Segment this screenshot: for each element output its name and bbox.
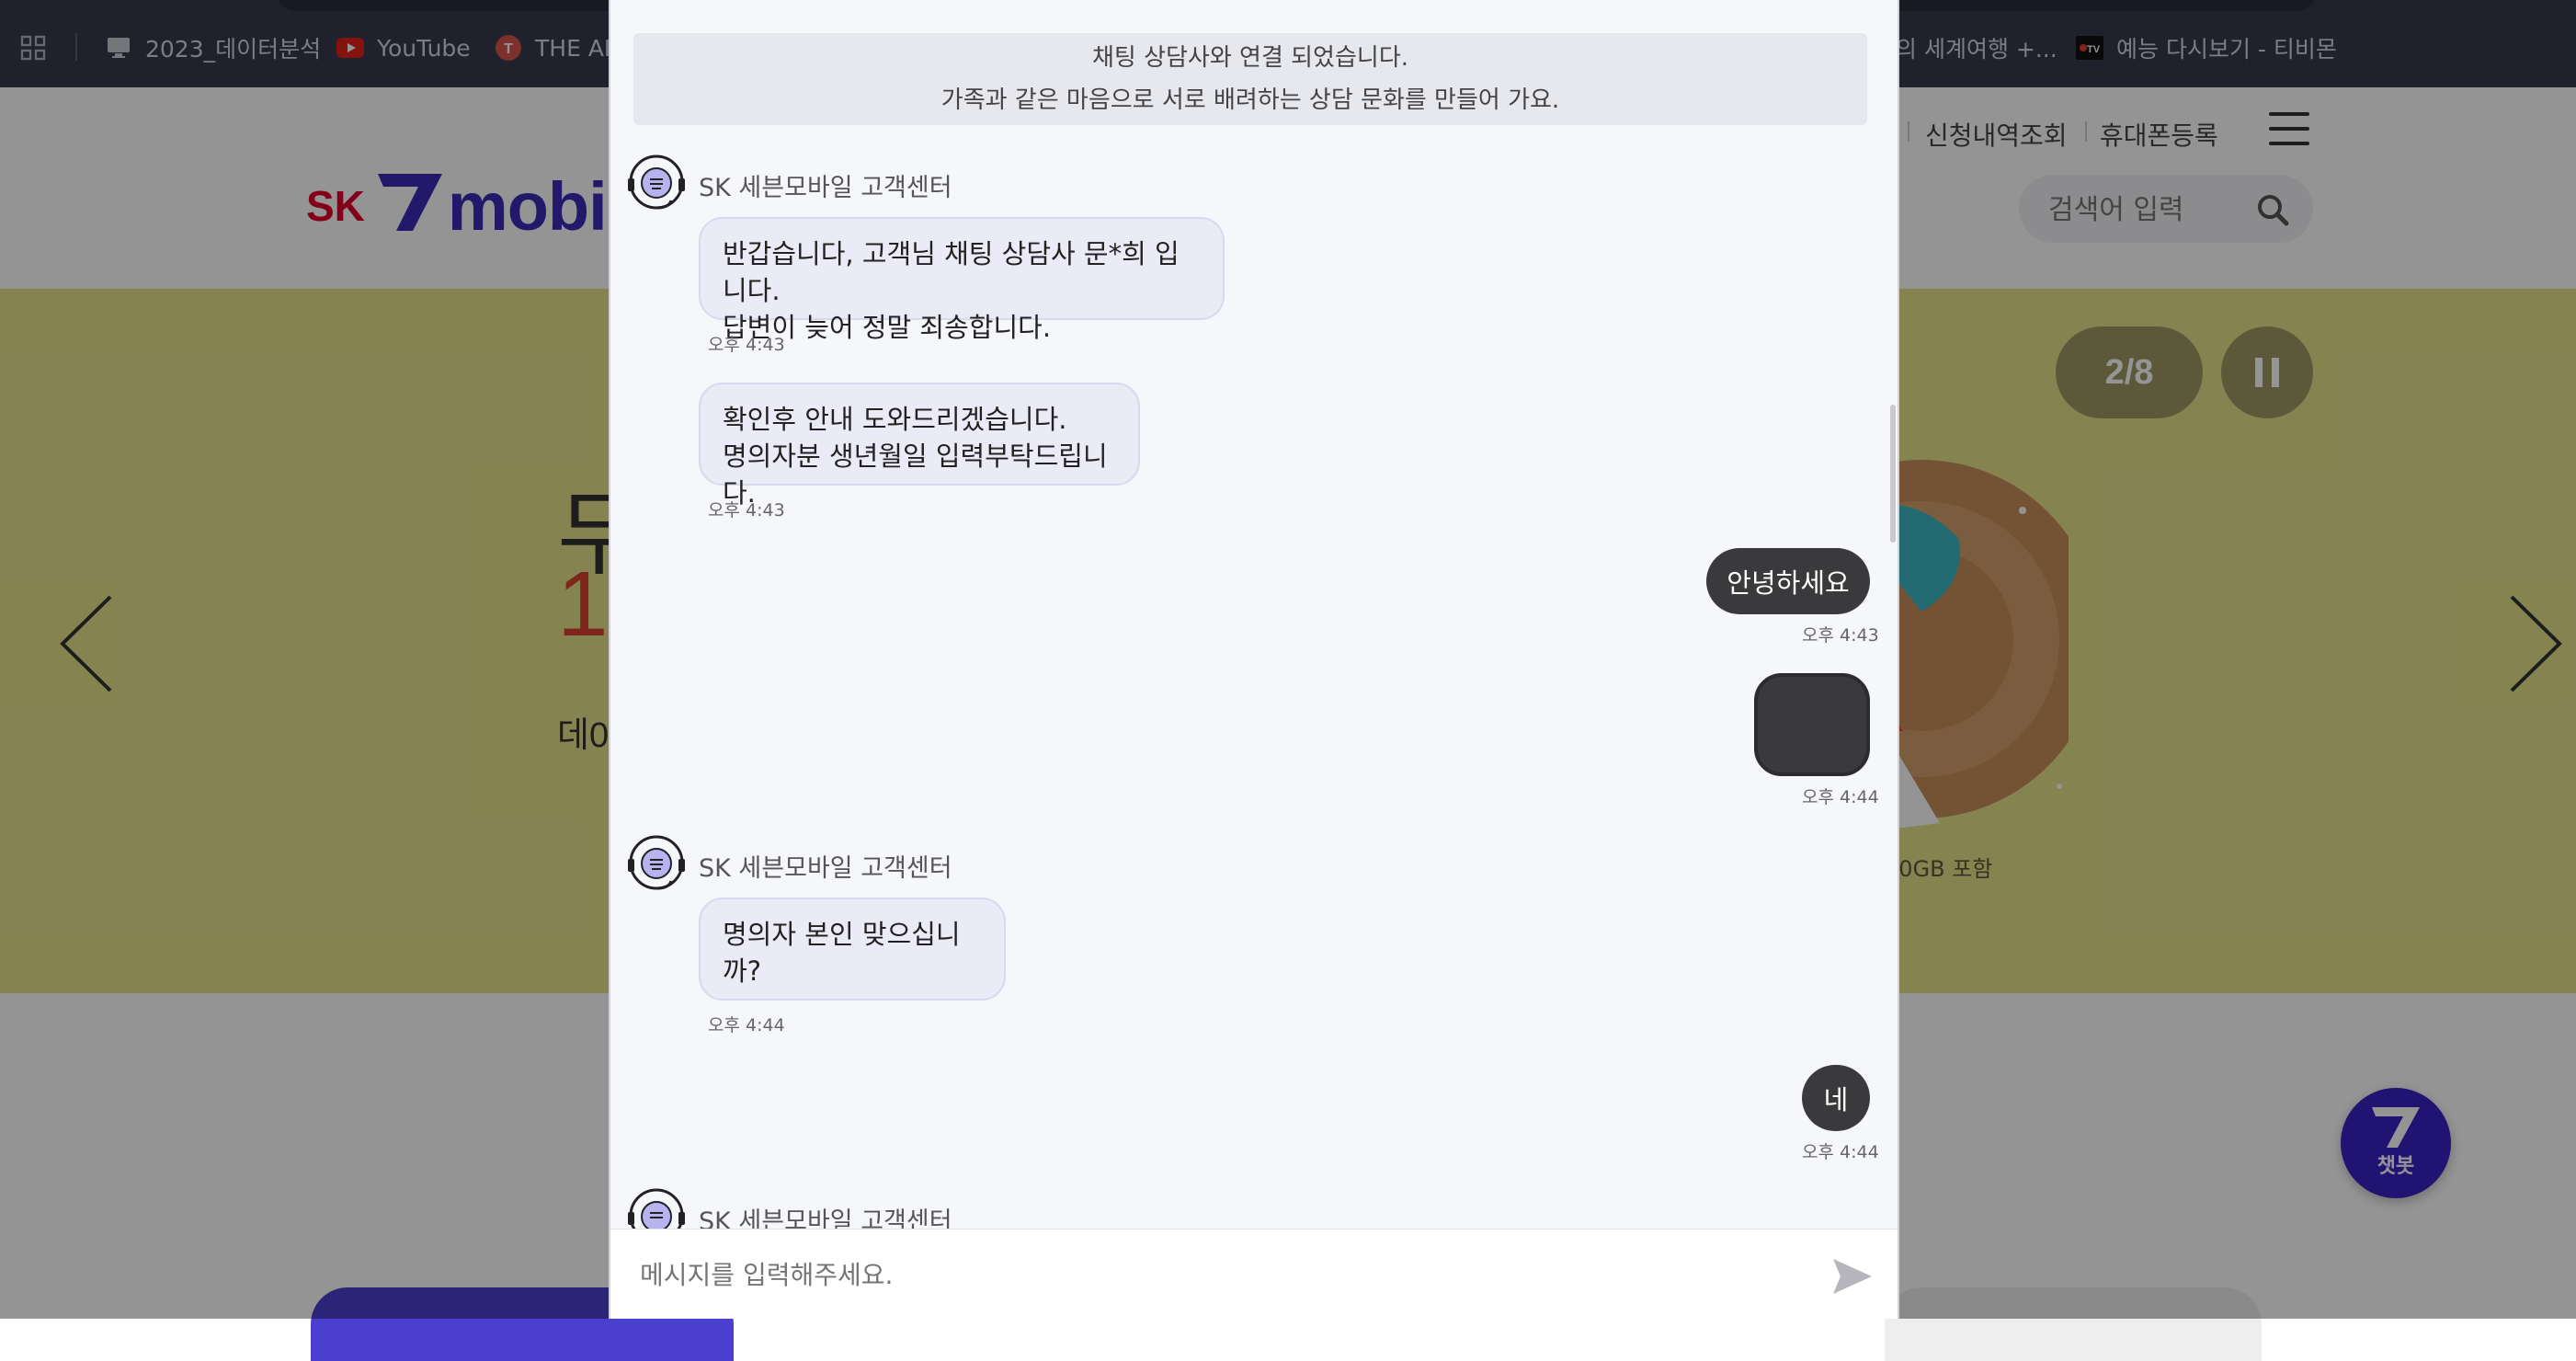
agent-name: SK 세븐모바일 고객센터: [699, 174, 952, 202]
system-notice-line: 채팅 상담사와 연결 되었습니다.: [1091, 44, 1409, 72]
chat-scrollbar-thumb[interactable]: [1890, 405, 1896, 543]
agent-avatar-icon: [628, 835, 685, 890]
agent-message-bubble: 확인후 안내 도와드리겠습니다. 명의자분 생년월일 입력부탁드립니다.: [699, 383, 1140, 509]
message-input[interactable]: [638, 1253, 1782, 1296]
agent-avatar-icon: [628, 154, 685, 210]
message-time: 오후 4:44: [1802, 1142, 1879, 1162]
agent-message-bubble: 명의자 본인 맞으십니까?: [699, 898, 1006, 1001]
message-time: 오후 4:43: [1802, 625, 1879, 646]
send-icon[interactable]: [1831, 1255, 1874, 1298]
message-composer: [610, 1229, 1898, 1319]
chat-scrollbar[interactable]: [1888, 0, 1898, 1229]
chat-panel: 채팅 상담사와 연결 되었습니다. 가족과 같은 마음으로 서로 배려하는 상담…: [609, 0, 1899, 1319]
agent-name: SK 세븐모바일 고객센터: [699, 854, 952, 883]
system-notice: 채팅 상담사와 연결 되었습니다. 가족과 같은 마음으로 서로 배려하는 상담…: [633, 33, 1867, 125]
message-line: 확인후 안내 도와드리겠습니다.: [723, 404, 1067, 435]
message-time: 오후 4:43: [708, 500, 785, 520]
message-time: 오후 4:44: [708, 1015, 785, 1035]
user-message-bubble: [1754, 673, 1870, 776]
message-line: 답변이 늦어 정말 죄송합니다.: [723, 312, 1052, 343]
message-time: 오후 4:44: [1802, 787, 1879, 807]
message-line: 반갑습니다, 고객님 채팅 상담사 문*희 입니다.: [723, 238, 1180, 306]
agent-message-bubble: 반갑습니다, 고객님 채팅 상담사 문*희 입니다. 답변이 늦어 정말 죄송합…: [699, 217, 1225, 343]
message-time: 오후 4:43: [708, 335, 785, 355]
message-line: 명의자 본인 맞으십니까?: [723, 919, 961, 987]
user-message-bubble: 안녕하세요: [1706, 548, 1870, 614]
system-notice-line: 가족과 같은 마음으로 서로 배려하는 상담 문화를 만들어 가요.: [940, 86, 1560, 114]
user-message-bubble: 네: [1802, 1065, 1870, 1131]
